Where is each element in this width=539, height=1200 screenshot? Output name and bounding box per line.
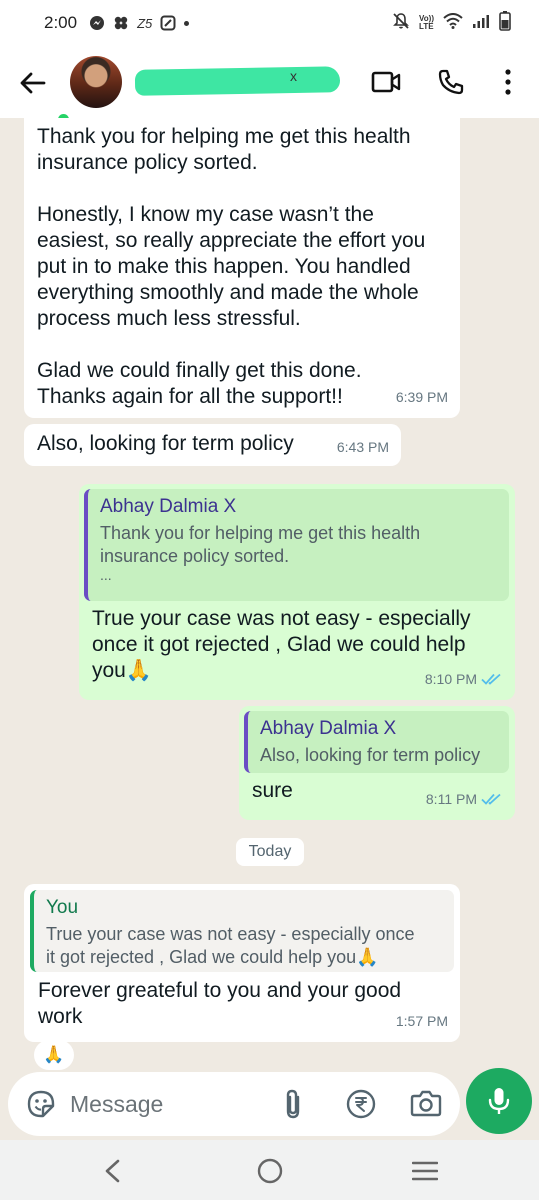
quoted-message[interactable]: You True your case was not easy - especi… — [30, 890, 454, 972]
mic-button[interactable] — [466, 1068, 532, 1134]
more-vert-icon — [505, 69, 511, 95]
contact-name-suffix: x — [290, 68, 297, 84]
system-nav-bar — [0, 1140, 539, 1200]
message-time: 8:11 PM — [425, 791, 477, 807]
mic-icon — [488, 1088, 510, 1114]
message-incoming[interactable]: You True your case was not easy - especi… — [24, 884, 460, 1042]
nav-back-icon — [105, 1159, 120, 1183]
date-divider: Today — [236, 838, 304, 866]
message-meta: 6:43 PM — [337, 434, 389, 460]
message-meta: 6:39 PM — [396, 384, 448, 410]
back-button[interactable] — [18, 68, 48, 98]
message-time: 8:10 PM — [424, 671, 477, 687]
message-time: 6:39 PM — [395, 389, 448, 405]
sticker-button[interactable] — [26, 1089, 56, 1124]
read-ticks-icon — [481, 793, 501, 805]
message-incoming[interactable]: Thank you for helping me get this health… — [24, 118, 460, 418]
contact-name[interactable]: x — [134, 66, 341, 96]
quote-text: True your case was not easy - especially… — [46, 924, 415, 967]
nav-home-icon — [257, 1158, 283, 1184]
paperclip-icon — [286, 1089, 300, 1119]
nav-back-button[interactable] — [100, 1158, 124, 1189]
message-input[interactable] — [70, 1086, 270, 1122]
camera-button[interactable] — [410, 1088, 442, 1123]
quoted-message[interactable]: Abhay Dalmia X Also, looking for term po… — [244, 711, 509, 773]
quote-author: Abhay Dalmia X — [100, 496, 237, 517]
message-meta: 8:10 PM — [425, 666, 503, 692]
message-outgoing[interactable]: Abhay Dalmia X Also, looking for term po… — [239, 706, 515, 820]
dot-icon — [184, 20, 190, 26]
z5-icon: Z5 — [137, 15, 153, 31]
video-call-button[interactable] — [371, 70, 401, 99]
message-incoming[interactable]: Also, looking for term policy 6:43 PM — [24, 424, 401, 466]
nav-home-button[interactable] — [256, 1157, 284, 1190]
arrow-left-icon — [20, 72, 46, 94]
nav-recents-button[interactable] — [411, 1160, 439, 1187]
message-time: 6:43 PM — [336, 439, 389, 455]
nav-recents-icon — [411, 1161, 439, 1181]
attach-button[interactable] — [282, 1088, 306, 1125]
status-bar: 2:00 Z5 Vo)) LTE — [0, 0, 539, 46]
pinwheel-icon — [113, 15, 129, 31]
chat-header: x — [0, 46, 539, 125]
quote-author: You — [46, 897, 79, 918]
message-text: Thank you for helping me get this health… — [37, 125, 426, 408]
volte-icon: Vo)) LTE — [419, 14, 434, 31]
message-outgoing[interactable]: Abhay Dalmia X Thank you for helping me … — [79, 484, 515, 700]
quote-text: Thank you for helping me get this health… — [100, 523, 421, 566]
status-system-icons: Vo)) LTE — [392, 10, 511, 36]
wifi-icon — [443, 12, 463, 34]
message-text: Forever greateful to you and your good w… — [38, 979, 402, 1028]
quote-author: Abhay Dalmia X — [260, 718, 397, 739]
quote-ellipsis: ... — [100, 567, 112, 583]
quoted-message[interactable]: Abhay Dalmia X Thank you for helping me … — [84, 489, 509, 601]
message-meta: 8:11 PM — [426, 786, 503, 812]
compose-bar — [8, 1072, 460, 1136]
more-options-button[interactable] — [500, 68, 516, 101]
chat-area[interactable]: Thank you for helping me get this health… — [0, 118, 539, 1070]
name-redaction-scribble — [134, 66, 341, 96]
camera-icon — [410, 1090, 442, 1117]
sticker-icon — [27, 1090, 55, 1118]
payment-button[interactable] — [345, 1088, 377, 1125]
phone-icon — [438, 69, 464, 95]
quote-text: Also, looking for term policy — [260, 745, 481, 765]
avatar[interactable] — [70, 56, 122, 108]
voice-call-button[interactable] — [437, 68, 465, 101]
message-time: 1:57 PM — [395, 1013, 448, 1029]
battery-icon — [499, 10, 511, 36]
read-ticks-icon — [481, 673, 501, 685]
mute-icon — [392, 12, 410, 35]
message-reaction[interactable]: 🙏 — [34, 1040, 74, 1070]
status-notifications: Z5 — [89, 15, 190, 31]
messenger-icon — [89, 15, 105, 31]
rupee-icon — [346, 1089, 376, 1119]
message-meta: 1:57 PM — [396, 1008, 448, 1034]
signal-icon — [472, 14, 490, 33]
edit-box-icon — [160, 15, 176, 31]
video-call-icon — [371, 71, 401, 93]
status-time: 2:00 — [44, 13, 78, 32]
